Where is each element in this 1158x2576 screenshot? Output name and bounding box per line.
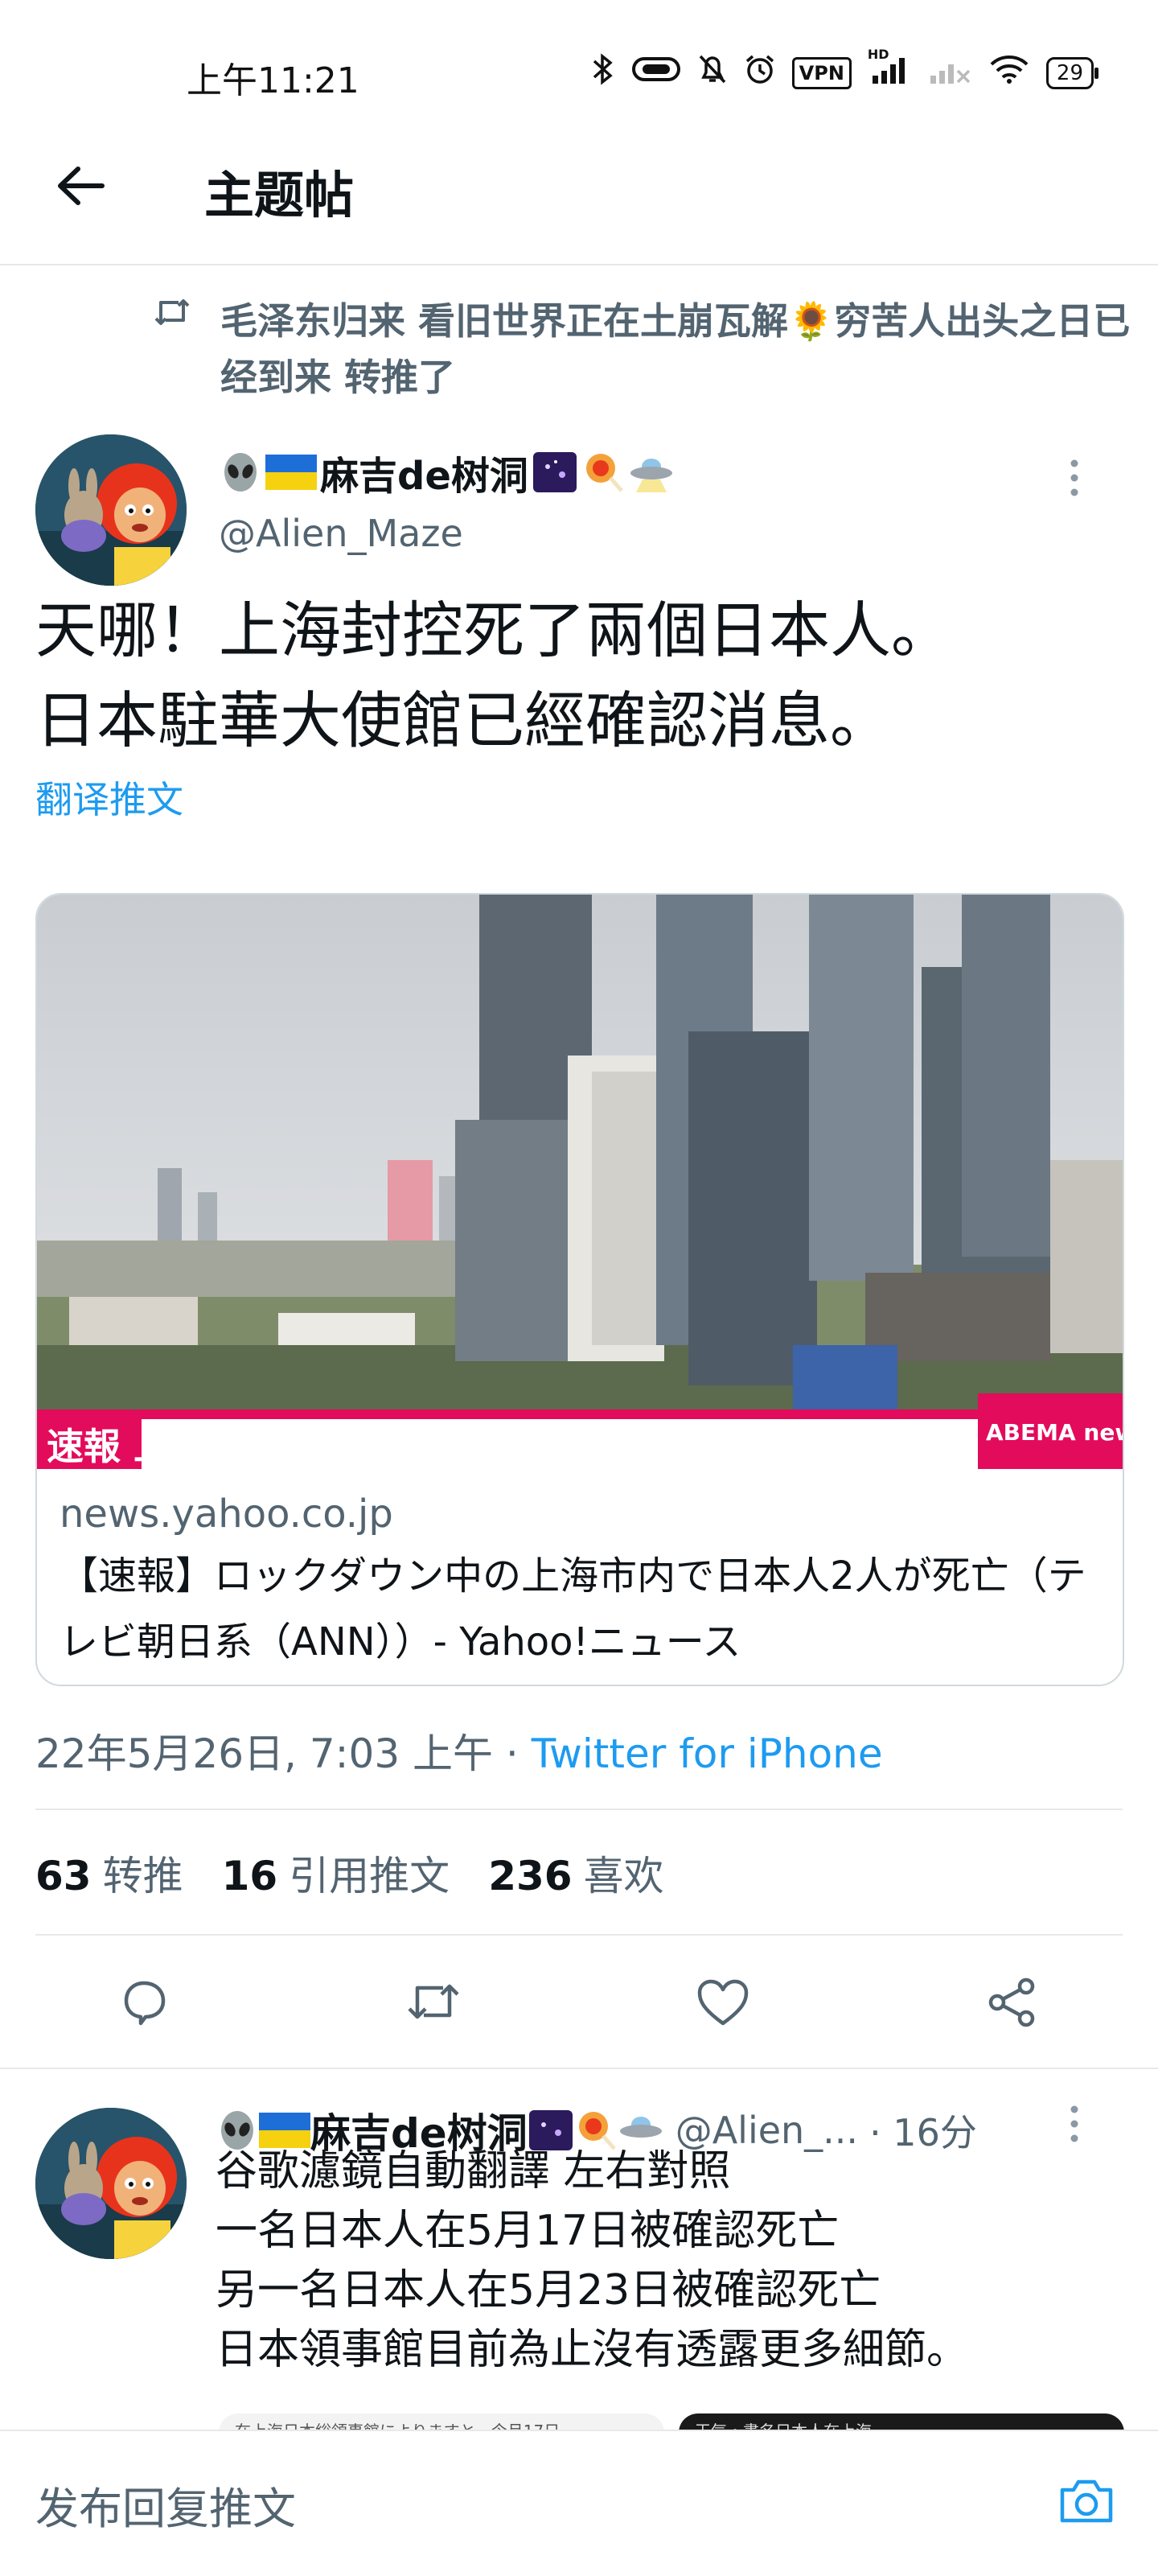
retweet-icon <box>403 1977 464 2031</box>
card-banner-logo: ABEMA news/ <box>986 1419 1123 1446</box>
camera-button[interactable] <box>1050 2467 1123 2539</box>
reply-author-avatar[interactable] <box>35 2108 187 2259</box>
wifi-icon <box>988 53 1030 93</box>
author-handle[interactable]: @Alien_Maze <box>219 512 463 555</box>
tweet-stats: 63 转推 16 引用推文 236 喜欢 <box>35 1844 664 1902</box>
retweets-label: 转推 <box>102 1853 183 1899</box>
card-image: 速報 上海 ロックダウン中に日本人2人死亡 ABEMA news/ <box>37 895 1123 1469</box>
status-icons: VPN HD 29 <box>591 47 1099 93</box>
tweet-timestamp-row: 22年5月26日, 7:03 上午 · Twitter for iPhone <box>35 1722 883 1780</box>
tweet-more-button[interactable] <box>1058 455 1090 504</box>
likes-label: 喜欢 <box>583 1853 664 1899</box>
lollipop-emoji-icon <box>581 451 625 494</box>
alien-emoji-icon <box>219 451 262 494</box>
reply-text-line: 日本領事館目前為止沒有透露更多細節。 <box>216 2326 969 2374</box>
battery-indicator: 29 <box>1045 56 1099 89</box>
retweet-context-icon <box>153 296 191 331</box>
likes-stat[interactable]: 236 喜欢 <box>488 1844 663 1902</box>
ufo-emoji-icon <box>628 451 675 494</box>
reply-text-line: 一名日本人在5月17日被確認死亡 <box>216 2207 840 2255</box>
share-button[interactable] <box>976 1968 1049 2040</box>
translate-tweet-link[interactable]: 翻译推文 <box>35 771 183 824</box>
network-type: HD <box>867 47 889 62</box>
reply-composer[interactable]: 发布回复推文 <box>0 2430 1158 2576</box>
thread-divider <box>0 2068 1158 2069</box>
timestamp-separator: · <box>493 1730 532 1777</box>
reply-text-line: 另一名日本人在5月23日被確認死亡 <box>216 2266 881 2315</box>
vpn-indicator: VPN <box>791 56 852 89</box>
signal-2-icon <box>927 53 972 93</box>
share-icon <box>984 1977 1041 2031</box>
tweet-text: 天哪！上海封控死了兩個日本人。 日本駐華大使館已經確認消息。 <box>35 586 1129 766</box>
card-domain: news.yahoo.co.jp <box>60 1492 393 1537</box>
status-time: 上午11:21 <box>187 60 359 101</box>
like-button[interactable] <box>687 1968 759 2040</box>
reply-composer-placeholder[interactable]: 发布回复推文 <box>35 2473 296 2537</box>
signal-icon: HD <box>868 47 911 93</box>
back-arrow-icon <box>55 164 107 211</box>
reply-text-line: 谷歌濾鏡自動翻譯 左右對照 <box>216 2147 731 2195</box>
tweet-client-link[interactable]: Twitter for iPhone <box>532 1730 883 1777</box>
reply-text: 谷歌濾鏡自動翻譯 左右對照 一名日本人在5月17日被確認死亡 另一名日本人在5月… <box>216 2142 1140 2380</box>
tweet-text-line: 日本駐華大使館已經確認消息。 <box>35 685 891 756</box>
page-title: 主题帖 <box>204 166 355 224</box>
retweets-count: 63 <box>35 1853 92 1899</box>
link-card[interactable]: 速報 上海 ロックダウン中に日本人2人死亡 ABEMA news/ news.y… <box>35 893 1124 1686</box>
more-vertical-icon <box>1058 459 1090 504</box>
author-name-row[interactable]: 麻吉de树洞 <box>219 444 675 500</box>
stats-divider-top <box>35 1809 1123 1810</box>
ukraine-flag-icon <box>265 455 317 490</box>
likes-count: 236 <box>488 1853 573 1899</box>
vibrate-icon <box>631 55 681 91</box>
alarm-icon <box>744 53 776 93</box>
card-title: 【速報】ロックダウン中の上海市内で日本人2人が死亡（テレビ朝日系（ANN））- … <box>60 1553 1086 1665</box>
retweet-button[interactable] <box>397 1968 470 2040</box>
author-avatar[interactable] <box>35 434 187 586</box>
stats-divider-bottom <box>35 1934 1123 1936</box>
quotes-count: 16 <box>221 1853 278 1899</box>
author-name: 麻吉de树洞 <box>320 454 528 499</box>
bluetooth-icon <box>591 53 615 93</box>
retweets-stat[interactable]: 63 转推 <box>35 1844 183 1902</box>
heart-icon <box>695 1977 751 2031</box>
back-button[interactable] <box>37 143 125 232</box>
retweet-context-text[interactable]: 毛泽东归来 看旧世界正在土崩瓦解🌻穷苦人出头之日已经到来 转推了 <box>220 293 1145 405</box>
tweet-text-line: 天哪！上海封控死了兩個日本人。 <box>35 595 952 666</box>
reply-icon <box>117 1977 171 2031</box>
quotes-label: 引用推文 <box>289 1853 450 1899</box>
header-divider <box>0 264 1158 265</box>
tweet-timestamp: 22年5月26日, 7:03 上午 <box>35 1730 494 1777</box>
mute-bell-icon <box>697 53 728 93</box>
camera-icon <box>1056 2475 1117 2530</box>
reply-button[interactable] <box>108 1968 180 2040</box>
galaxy-emoji-icon <box>532 451 578 494</box>
quotes-stat[interactable]: 16 引用推文 <box>222 1844 450 1902</box>
card-banner-text: 速報 上海 ロックダウン中に日本人2人死亡 <box>47 1425 762 1468</box>
